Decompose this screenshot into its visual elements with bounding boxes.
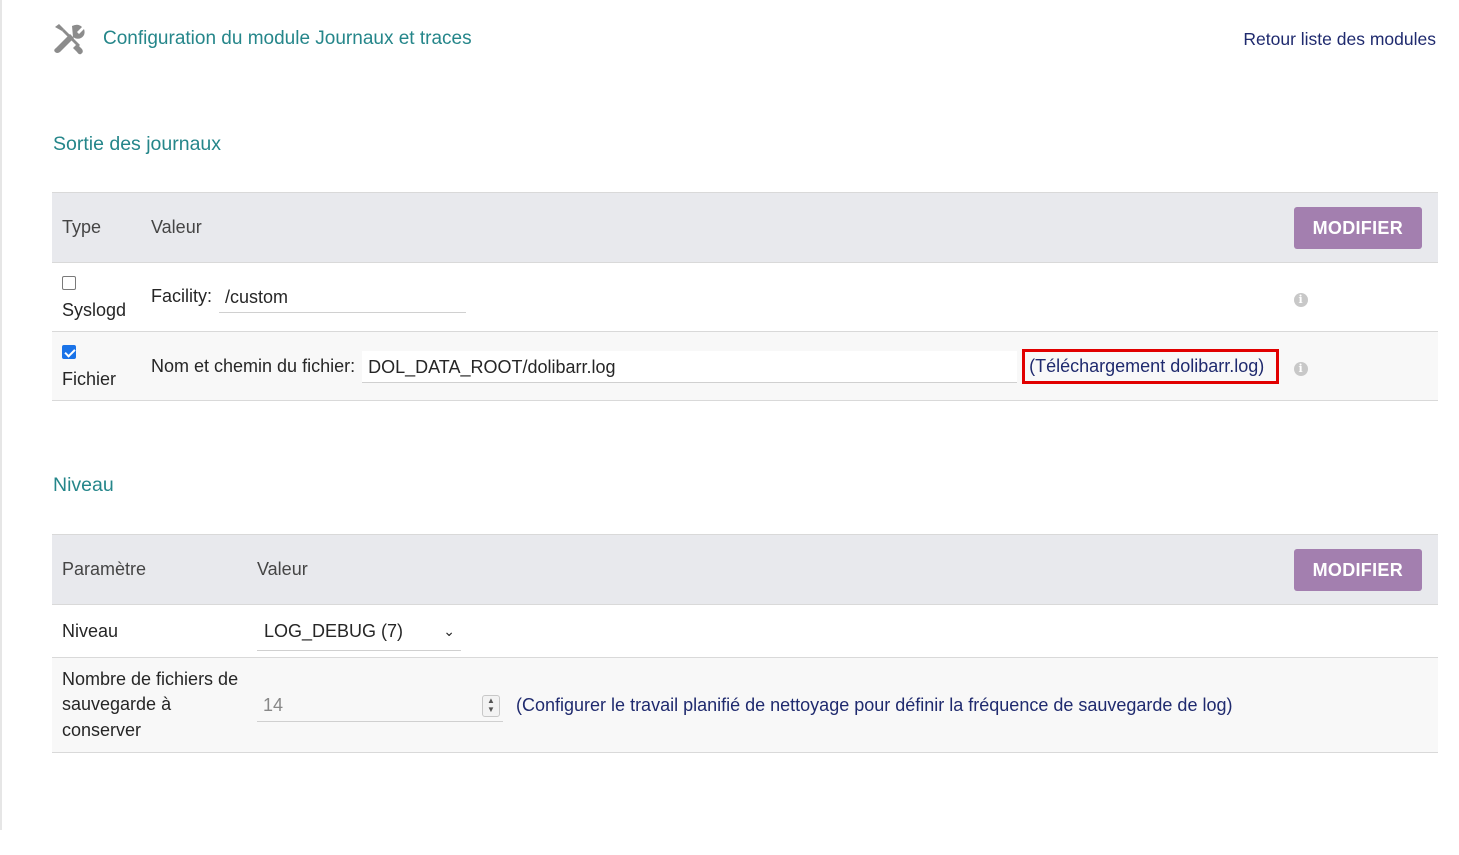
- log-level-select[interactable]: LOG_DEBUG (7) ⌄: [257, 611, 461, 651]
- spinner-icon[interactable]: ▲ ▼: [482, 695, 500, 717]
- page-header: Configuration du module Journaux et trac…: [52, 20, 1438, 60]
- column-header-value: Valeur: [257, 559, 308, 579]
- file-path-input[interactable]: DOL_DATA_ROOT/dolibarr.log: [362, 350, 1018, 383]
- tools-icon: [54, 24, 85, 55]
- facility-input[interactable]: /custom: [219, 281, 467, 313]
- modify-level-button[interactable]: MODIFIER: [1293, 548, 1422, 591]
- syslogd-checkbox[interactable]: [62, 276, 76, 290]
- level-table: Paramètre Valeur MODIFIER Niveau LOG_DEB…: [52, 534, 1438, 753]
- section-title-log-output: Sortie des journaux: [53, 133, 222, 155]
- table-row: Nombre de fichiers de sauvegarde à conse…: [52, 657, 1438, 753]
- table-row: Syslogd Facility: /custom i: [52, 262, 1438, 332]
- page-title: Configuration du module Journaux et trac…: [103, 28, 472, 49]
- back-to-modules-link[interactable]: Retour liste des modules: [1243, 29, 1436, 50]
- backup-count-input[interactable]: 14 ▲ ▼: [257, 688, 503, 722]
- table-row: Niveau LOG_DEBUG (7) ⌄: [52, 604, 1438, 658]
- backup-count-value: 14: [263, 695, 284, 715]
- download-log-link[interactable]: (Téléchargement dolibarr.log): [1022, 348, 1280, 384]
- backup-count-label: Nombre de fichiers de sauvegarde à conse…: [62, 668, 239, 740]
- modify-outputs-button[interactable]: MODIFIER: [1293, 206, 1422, 249]
- table-row: Fichier Nom et chemin du fichier: DOL_DA…: [52, 331, 1438, 401]
- info-icon[interactable]: i: [1293, 361, 1308, 376]
- log-output-table: Type Valeur MODIFIER Syslogd Facility: /…: [52, 192, 1438, 401]
- level-label: Niveau: [62, 620, 119, 641]
- log-level-value: LOG_DEBUG (7): [264, 621, 404, 641]
- table-header-row: Paramètre Valeur MODIFIER: [52, 534, 1438, 605]
- facility-label: Facility:: [151, 285, 213, 306]
- column-header-parameter: Paramètre: [62, 559, 147, 579]
- column-header-value: Valeur: [151, 217, 202, 237]
- table-header-row: Type Valeur MODIFIER: [52, 192, 1438, 263]
- left-border: [0, 0, 2, 830]
- cleanup-job-link[interactable]: (Configurer le travail planifié de netto…: [516, 695, 1232, 715]
- file-checkbox[interactable]: [62, 345, 76, 359]
- file-path-label: Nom et chemin du fichier:: [151, 355, 356, 376]
- chevron-down-icon: ⌄: [443, 623, 455, 639]
- section-title-level: Niveau: [53, 474, 114, 496]
- info-icon[interactable]: i: [1293, 292, 1308, 307]
- syslogd-type-label: Syslogd: [62, 300, 127, 320]
- column-header-type: Type: [62, 217, 102, 237]
- file-type-label: Fichier: [62, 369, 117, 389]
- page: Configuration du module Journaux et trac…: [52, 0, 1438, 855]
